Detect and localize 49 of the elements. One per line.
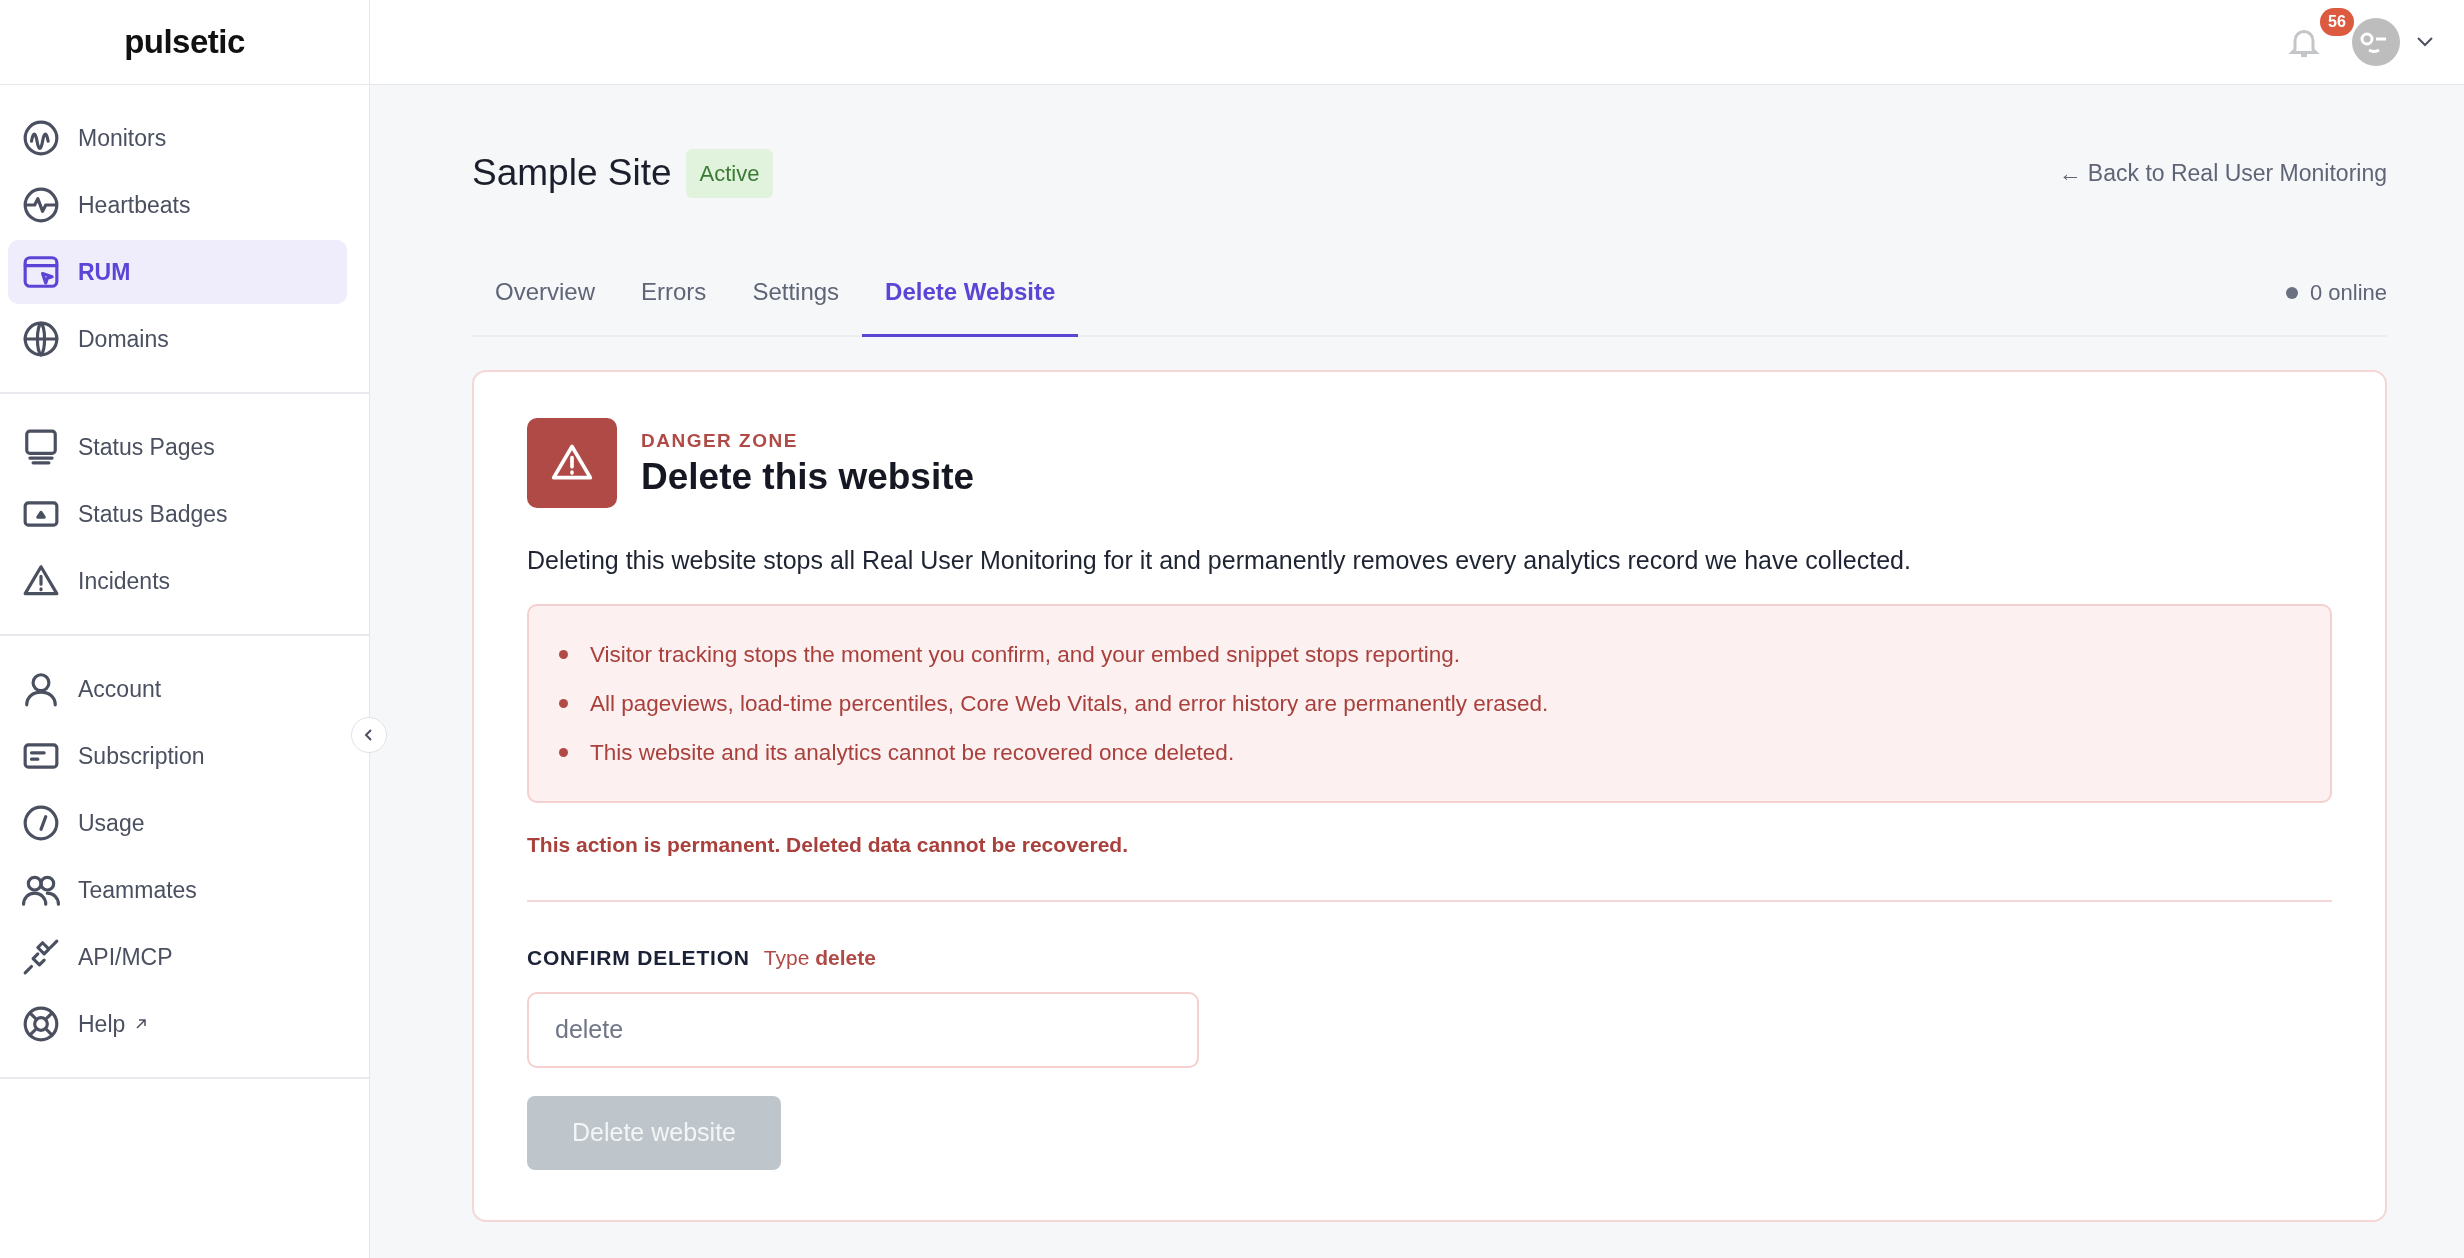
description: Deleting this website stops all Real User Monitoring for it and permanently removes every analytics record we have collected. [527, 545, 1912, 576]
user-icon [22, 670, 60, 708]
field-hint: Type delete [763, 945, 876, 971]
logo[interactable]: pulsetic [124, 17, 245, 67]
sidebar-item[interactable]: Teammates [8, 858, 347, 922]
sidebar-item[interactable]: Heartbeats [8, 173, 347, 237]
warning-icon [527, 418, 617, 508]
monitor-icon [22, 428, 60, 466]
status-badge: Active [685, 148, 774, 198]
sidebar-item[interactable]: RUM [8, 240, 347, 304]
collapse-button[interactable] [351, 717, 387, 753]
plug-icon [22, 938, 60, 976]
sidebar-item[interactable]: Account [8, 657, 347, 721]
chevron-down-icon[interactable] [2416, 36, 2434, 48]
lifebuoy-icon [22, 1005, 60, 1043]
sidebar-item[interactable]: Domains [8, 307, 347, 371]
list-item: Visitor tracking stops the moment you confirm, and your embed snippet stops reporting. [590, 640, 1461, 669]
notification-count: 56 [2320, 8, 2354, 36]
sidebar-item[interactable]: Status Pages [8, 415, 347, 479]
bullet-icon [559, 747, 568, 757]
list-item: This website and its analytics cannot be recovered once deleted. [590, 738, 1235, 767]
sidebar-item[interactable]: API/MCP [8, 925, 347, 989]
online-count: 0 online [2309, 279, 2387, 307]
pulse-icon [22, 186, 60, 224]
browser-cursor-icon [22, 253, 60, 291]
tab[interactable]: Overview [472, 218, 619, 337]
list-item: All pageviews, load-time percentiles, Core Web Vitals, and error history are permanently erased. [590, 689, 1549, 718]
bullet-icon [559, 649, 568, 659]
back-link[interactable]: ← Back to Real User Monitoring [2058, 155, 2387, 191]
tab[interactable]: Delete Website [862, 218, 1079, 337]
sidebar-item[interactable]: Subscription [8, 724, 347, 788]
card-title: Delete this website [641, 455, 975, 500]
gauge-icon [22, 804, 60, 842]
warning-text: This action is permanent. Deleted data cannot be recovered. [527, 831, 1129, 858]
circle-wave-icon [22, 119, 60, 157]
field-label: CONFIRM DELETION [527, 945, 750, 971]
sidebar-item[interactable]: Usage [8, 791, 347, 855]
globe-icon [22, 320, 60, 358]
page-title: Sample Site [472, 150, 672, 195]
sidebar-item[interactable]: Incidents [8, 549, 347, 613]
sidebar-item[interactable]: Help [8, 992, 347, 1056]
status-dot [2285, 286, 2298, 299]
sidebar-item[interactable]: Monitors [8, 106, 347, 170]
sidebar-item[interactable]: Status Badges [8, 482, 347, 546]
input-field[interactable]: delete [527, 991, 1199, 1068]
bullet-icon [559, 698, 568, 708]
tab[interactable]: Errors [618, 218, 730, 337]
section-label: DANGER ZONE [641, 428, 799, 453]
tab[interactable]: Settings [729, 218, 863, 337]
